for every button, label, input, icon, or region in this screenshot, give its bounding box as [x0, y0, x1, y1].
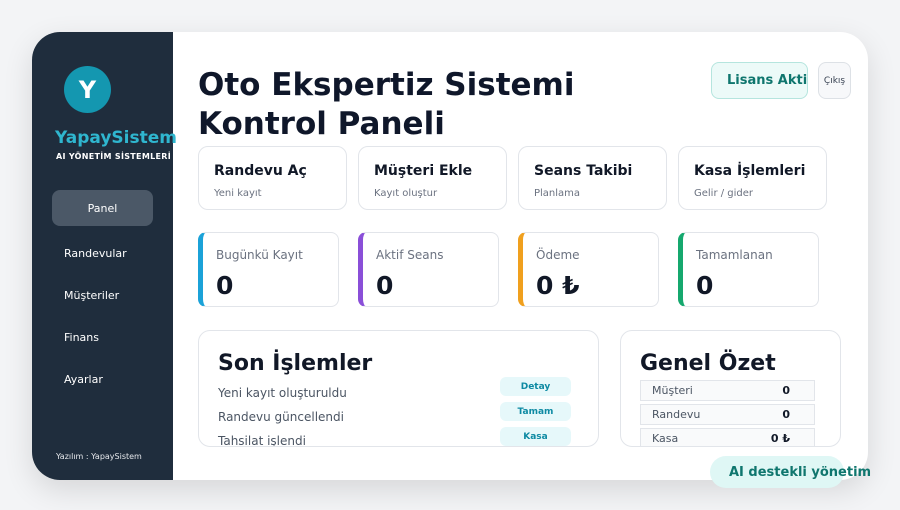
sidebar-item-musteriler[interactable]: Müşteriler — [52, 277, 153, 313]
activity-item: Randevu güncellendi — [218, 410, 344, 424]
action-title: Müşteri Ekle — [374, 163, 473, 179]
license-status-badge: Lisans Aktif — [711, 62, 808, 99]
action-card-cash-operations[interactable]: Kasa İşlemleri Gelir / gider — [678, 146, 827, 210]
sidebar-item-finans[interactable]: Finans — [52, 319, 153, 355]
stat-card-todays-records: Bugünkü Kayıt 0 — [198, 232, 339, 307]
recent-activity-title: Son İşlemler — [218, 351, 373, 376]
action-subtitle: Yeni kayıt — [214, 188, 262, 199]
summary-label: Randevu — [652, 408, 701, 421]
page-title-line-2: Kontrol Paneli — [198, 106, 445, 142]
stat-label: Aktif Seans — [376, 248, 444, 262]
done-badge-button[interactable]: Tamam — [500, 402, 571, 421]
stat-card-completed: Tamamlanan 0 — [678, 232, 819, 307]
stat-value: 0 — [376, 271, 394, 300]
activity-item: Tahsilat işlendi — [218, 434, 306, 447]
stat-label: Tamamlanan — [696, 248, 773, 262]
action-subtitle: Planlama — [534, 188, 581, 199]
page-title: Oto Ekspertiz Sistemi Kontrol Paneli — [198, 66, 638, 144]
footer-credit: Yazılım : YapaySistem — [56, 452, 142, 461]
stat-value: 0 — [216, 271, 234, 300]
summary-row-cash: Kasa 0 ₺ — [640, 428, 815, 446]
action-title: Seans Takibi — [534, 163, 633, 179]
action-card-add-customer[interactable]: Müşteri Ekle Kayıt oluştur — [358, 146, 507, 210]
summary-label: Kasa — [652, 432, 679, 445]
detail-badge-button[interactable]: Detay — [500, 377, 571, 396]
sidebar-item-ayarlar[interactable]: Ayarlar — [52, 361, 153, 397]
action-title: Kasa İşlemleri — [694, 163, 806, 179]
stat-label: Bugünkü Kayıt — [216, 248, 303, 262]
brand-subtitle: AI YÖNETİM SİSTEMLERİ — [56, 152, 171, 161]
sidebar-item-panel[interactable]: Panel — [52, 190, 153, 226]
summary-value: 0 — [782, 408, 790, 421]
action-subtitle: Kayıt oluştur — [374, 188, 438, 199]
stat-value: 0 ₺ — [536, 271, 580, 300]
stat-card-active-sessions: Aktif Seans 0 — [358, 232, 499, 307]
cash-badge-button[interactable]: Kasa — [500, 427, 571, 446]
activity-item: Yeni kayıt oluşturuldu — [218, 386, 347, 400]
action-subtitle: Gelir / gider — [694, 188, 754, 199]
ai-managed-badge: AI destekli yönetim — [710, 456, 871, 488]
summary-title: Genel Özet — [640, 351, 776, 376]
logo-avatar: Y — [64, 66, 111, 113]
sidebar: Y YapaySistem AI YÖNETİM SİSTEMLERİ Pane… — [32, 32, 177, 480]
stat-card-payment: Ödeme 0 ₺ — [518, 232, 659, 307]
brand-name: YapaySistem — [55, 128, 177, 148]
summary-label: Müşteri — [652, 384, 693, 397]
action-card-new-appointment[interactable]: Randevu Aç Yeni kayıt — [198, 146, 347, 210]
stat-label: Ödeme — [536, 248, 580, 262]
app-window: Y YapaySistem AI YÖNETİM SİSTEMLERİ Pane… — [32, 32, 868, 480]
page-title-line-1: Oto Ekspertiz Sistemi — [198, 67, 575, 103]
action-card-session-tracking[interactable]: Seans Takibi Planlama — [518, 146, 667, 210]
stat-value: 0 — [696, 271, 714, 300]
summary-value: 0 ₺ — [770, 432, 790, 445]
logout-button[interactable]: Çıkış — [818, 62, 851, 99]
summary-row-appointment: Randevu 0 — [640, 404, 815, 425]
sidebar-item-randevular[interactable]: Randevular — [52, 235, 153, 271]
action-title: Randevu Aç — [214, 163, 307, 179]
summary-row-customer: Müşteri 0 — [640, 380, 815, 401]
summary-panel: Genel Özet Müşteri 0 Randevu 0 Kasa 0 ₺ — [620, 330, 841, 447]
summary-value: 0 — [782, 384, 790, 397]
recent-activity-panel: Son İşlemler Yeni kayıt oluşturuldu Rand… — [198, 330, 599, 447]
